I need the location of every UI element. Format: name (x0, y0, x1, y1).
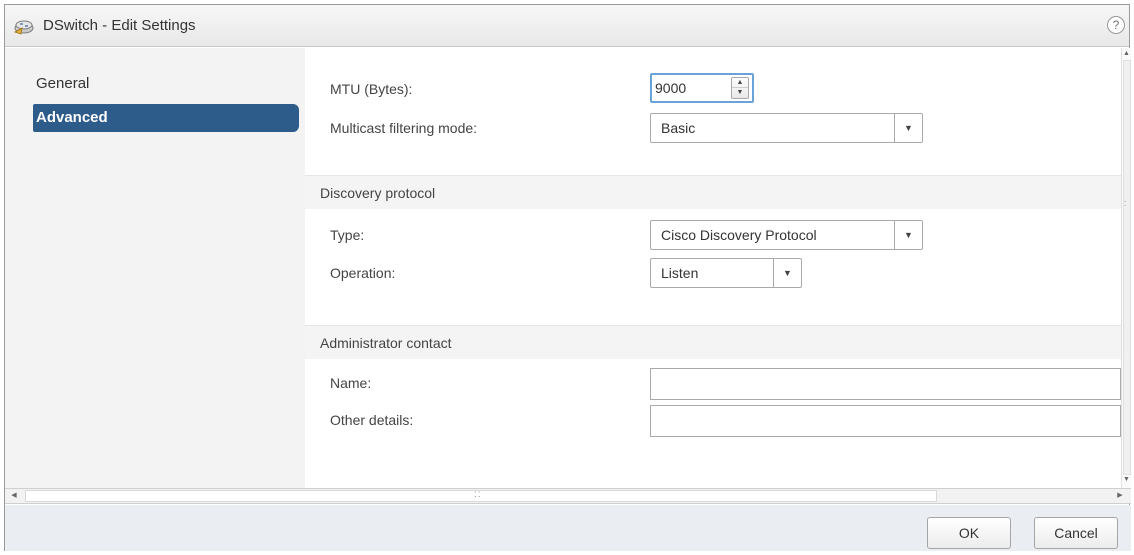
operation-value: Listen (661, 265, 699, 281)
title-bar[interactable]: DSwitch - Edit Settings ? (5, 5, 1129, 47)
scroll-down-arrow-icon[interactable]: ▼ (1123, 476, 1130, 483)
operation-label: Operation: (330, 265, 396, 281)
spin-down-icon[interactable]: ▼ (732, 88, 748, 98)
discovery-section-title: Discovery protocol (320, 185, 436, 201)
dropdown-arrow-icon[interactable]: ▼ (773, 259, 801, 287)
sidebar-item-advanced[interactable]: Advanced (33, 104, 299, 132)
vertical-scrollbar[interactable]: ▲ : ▼ (1121, 48, 1131, 488)
switch-icon (13, 18, 35, 36)
scroll-left-arrow-icon[interactable]: ◀ (7, 490, 21, 502)
mtu-spinner[interactable]: ▲ ▼ (650, 73, 754, 103)
name-field[interactable] (650, 368, 1121, 400)
dialog-footer: OK Cancel (5, 505, 1131, 551)
other-details-field[interactable] (650, 405, 1121, 437)
multicast-mode-value: Basic (661, 120, 696, 136)
scroll-right-arrow-icon[interactable]: ▶ (1113, 490, 1127, 502)
section-header-admin-contact: Administrator contact (305, 325, 1121, 359)
spin-up-icon[interactable]: ▲ (732, 78, 748, 88)
type-label: Type: (330, 227, 365, 243)
scroll-up-arrow-icon[interactable]: ▲ (1123, 50, 1130, 57)
horizontal-scrollbar[interactable]: ◀ :: ▶ (5, 488, 1131, 504)
discovery-type-value: Cisco Discovery Protocol (661, 227, 817, 243)
settings-sidebar: General Advanced (5, 48, 305, 488)
operation-select[interactable]: Listen ▼ (650, 258, 802, 288)
multicast-mode-select[interactable]: Basic ▼ (650, 113, 923, 143)
horizontal-scroll-thumb[interactable]: :: (25, 489, 937, 502)
vertical-scroll-thumb[interactable] (1123, 60, 1131, 475)
dropdown-arrow-icon[interactable]: ▼ (894, 114, 922, 142)
multicast-label: Multicast filtering mode: (330, 120, 478, 136)
edit-settings-dialog: DSwitch - Edit Settings ? General Advanc… (4, 4, 1131, 551)
mtu-spin-buttons[interactable]: ▲ ▼ (731, 77, 749, 99)
cancel-button[interactable]: Cancel (1034, 517, 1118, 549)
name-label: Name: (330, 375, 372, 391)
scroll-grip-icon: : (1124, 198, 1127, 208)
help-icon[interactable]: ? (1107, 16, 1125, 34)
advanced-settings-panel: MTU (Bytes): ▲ ▼ Multicast filtering mod… (305, 48, 1121, 488)
sidebar-item-general[interactable]: General (33, 70, 299, 98)
other-details-label: Other details: (330, 412, 414, 428)
ok-button[interactable]: OK (927, 517, 1011, 549)
scroll-grip-icon: :: (474, 489, 482, 500)
mtu-input[interactable] (655, 78, 725, 98)
section-header-discovery: Discovery protocol (305, 175, 1121, 209)
admin-section-title: Administrator contact (320, 335, 452, 351)
dropdown-arrow-icon[interactable]: ▼ (894, 221, 922, 249)
dialog-title: DSwitch - Edit Settings (43, 17, 196, 34)
mtu-label: MTU (Bytes): (330, 81, 413, 97)
discovery-type-select[interactable]: Cisco Discovery Protocol ▼ (650, 220, 923, 250)
